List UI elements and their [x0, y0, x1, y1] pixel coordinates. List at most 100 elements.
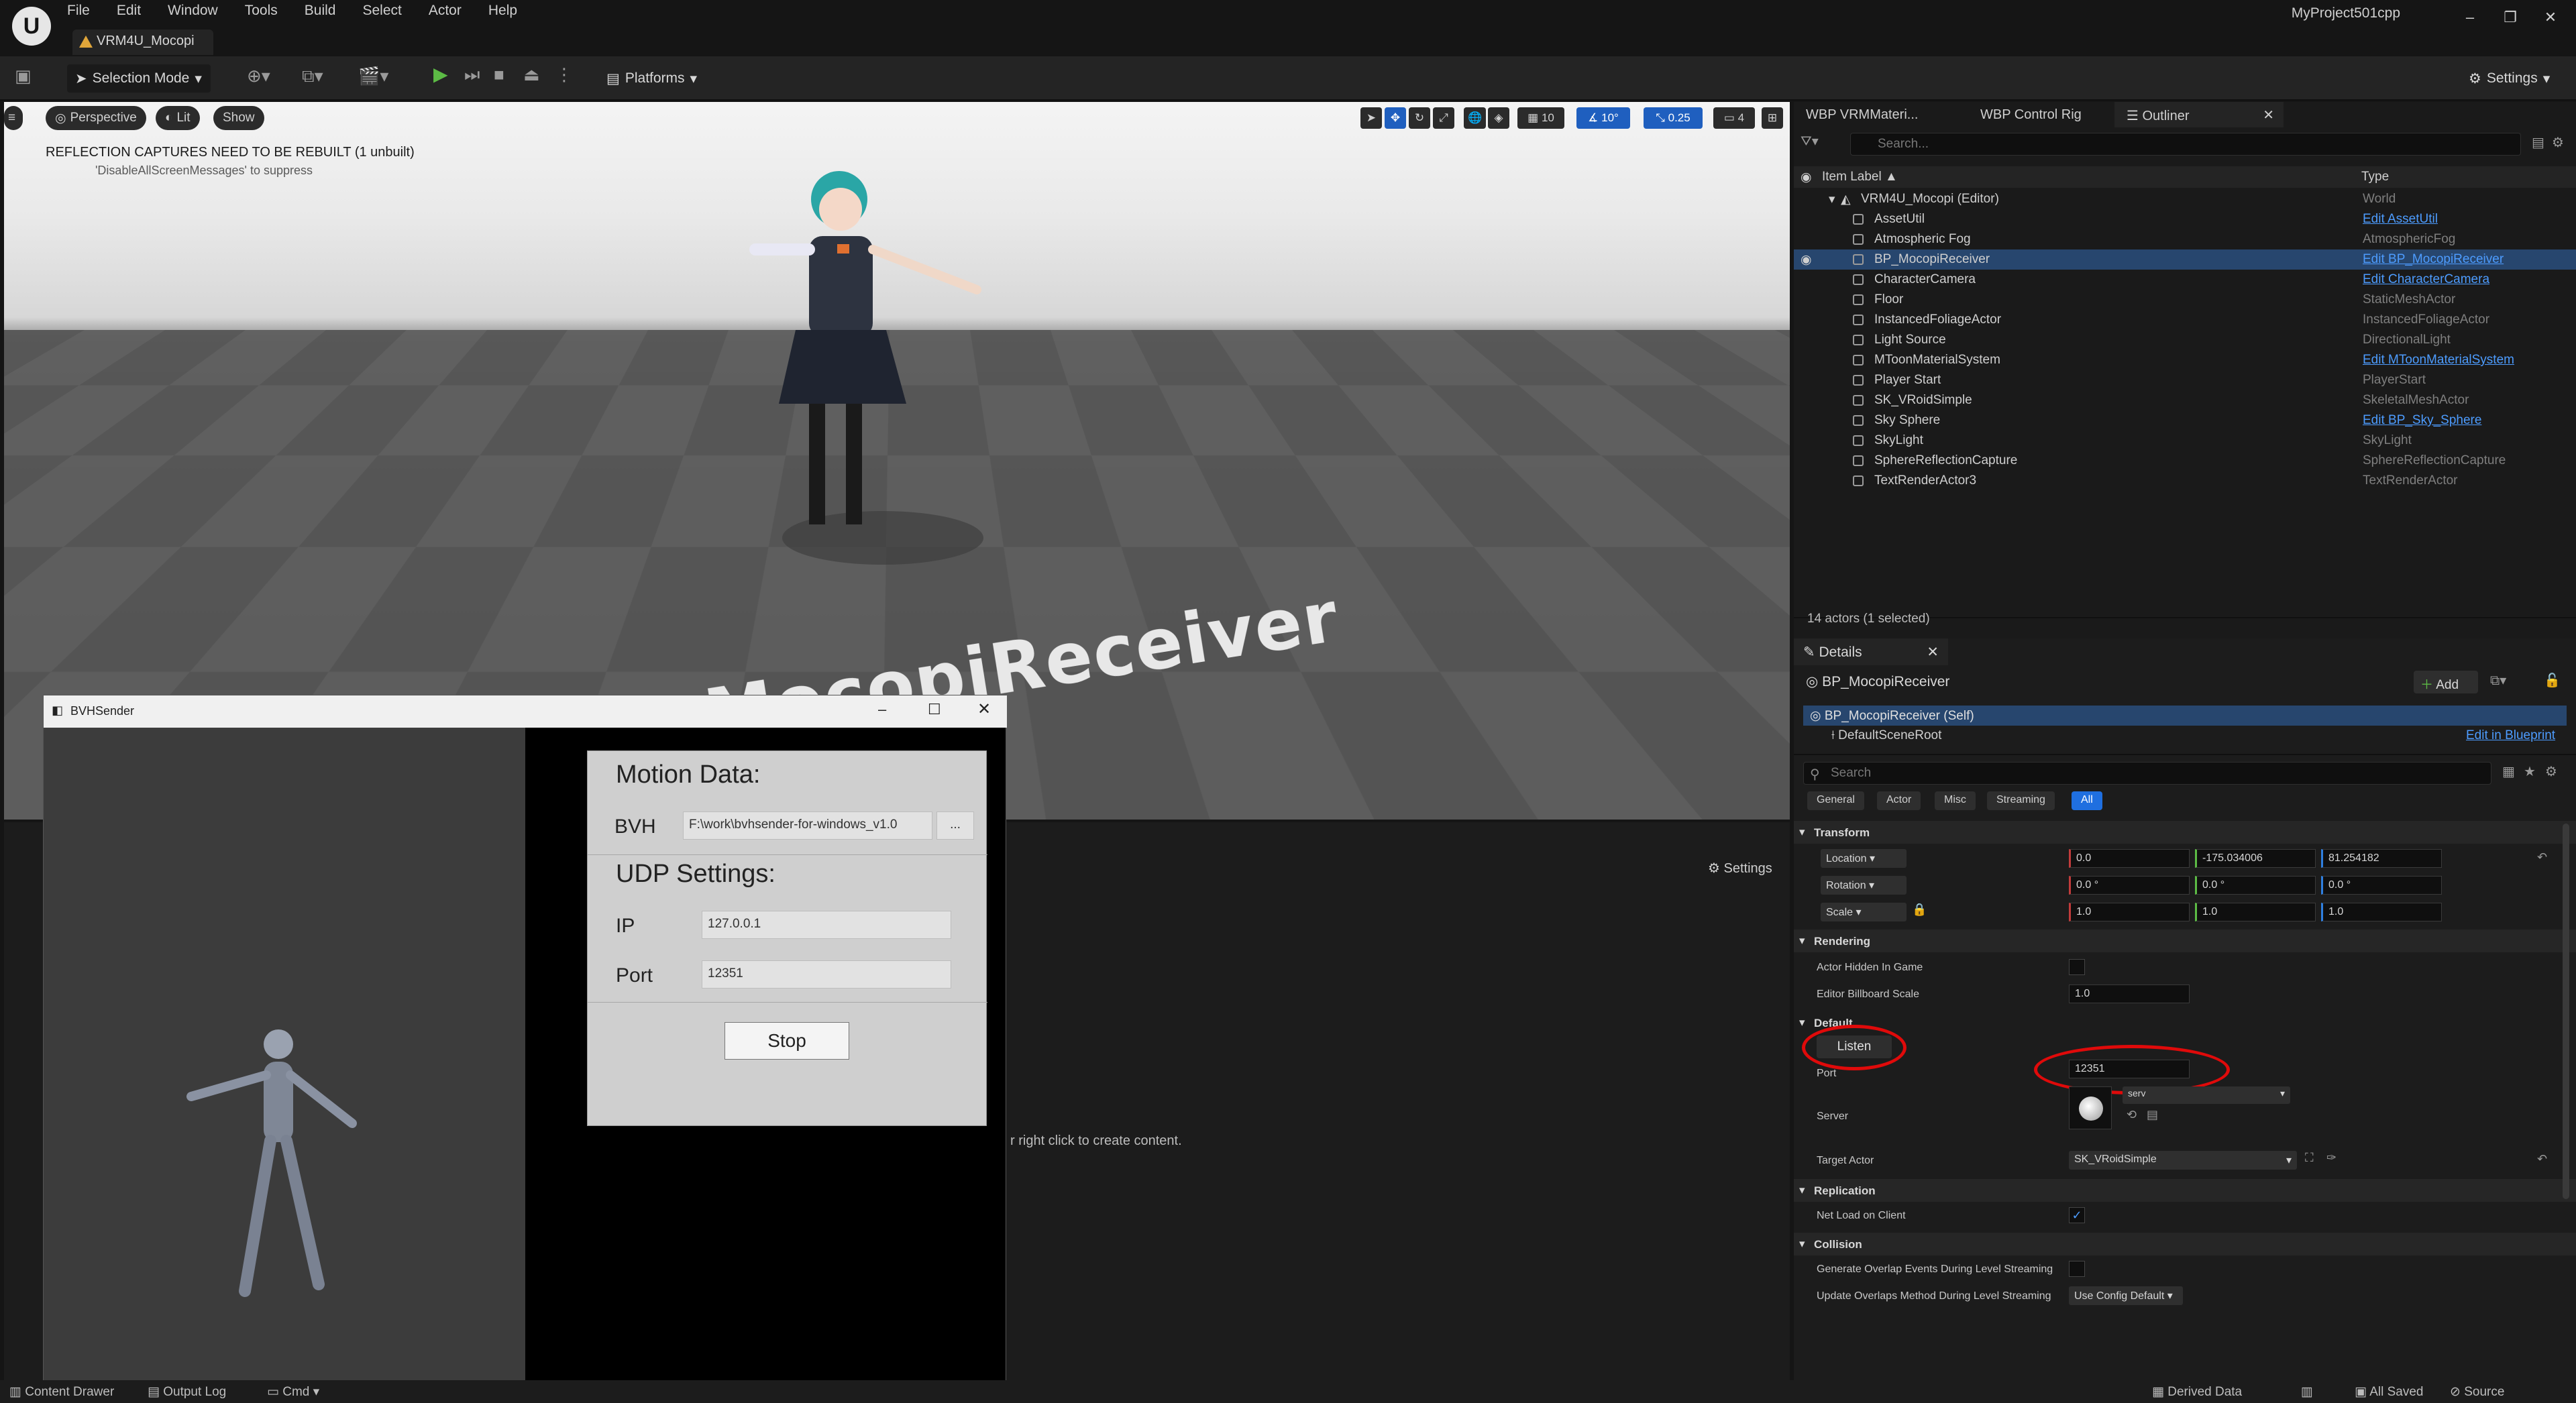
eye-icon[interactable]: ◉ [1801, 170, 1812, 185]
rotation-snap-toggle[interactable]: ∡ 10° [1576, 107, 1630, 129]
outliner-row[interactable]: TextRenderActor3 TextRenderActor [1794, 471, 2576, 491]
scale-tool-icon[interactable]: ⤢ [1433, 107, 1454, 129]
bvh-path-field[interactable]: F:\work\bvhsender-for-windows_v1.0 [683, 811, 932, 840]
blueprint-options-icon[interactable]: ⧉▾ [2490, 672, 2506, 689]
tab-wbp-control-rig[interactable]: WBP Control Rig [1968, 102, 2094, 127]
rotation-x-field[interactable]: 0.0 ° [2069, 876, 2190, 895]
scale-x-field[interactable]: 1.0 [2069, 903, 2190, 921]
eye-icon[interactable]: ◉ [1801, 252, 1812, 268]
outliner-row[interactable]: Atmospheric Fog AtmosphericFog [1794, 229, 2576, 249]
target-actor-dropdown[interactable]: SK_VRoidSimple ▾ [2069, 1151, 2297, 1170]
step-icon[interactable]: ⏭ [464, 64, 480, 86]
level-tab[interactable]: VRM4U_Mocopi [72, 30, 213, 55]
details-scrollbar[interactable] [2563, 824, 2569, 1199]
filter-streaming[interactable]: Streaming [1987, 791, 2055, 810]
outliner-row[interactable]: ◉ BP_MocopiReceiver Edit BP_MocopiReceiver [1794, 249, 2576, 270]
all-saved-button[interactable]: ▣ All Saved [2355, 1384, 2423, 1400]
section-rendering[interactable]: ▾ Rendering [1794, 930, 2576, 952]
scale-snap-toggle[interactable]: ⤡ 0.25 [1644, 107, 1703, 129]
outliner-row-edit-link[interactable]: Edit BP_MocopiReceiver [2363, 252, 2504, 267]
scale-y-field[interactable]: 1.0 [2195, 903, 2316, 921]
derived-data-button[interactable]: ▦ Derived Data [2152, 1384, 2242, 1400]
rotate-tool-icon[interactable]: ↻ [1409, 107, 1430, 129]
menu-window[interactable]: Window [168, 3, 218, 19]
cinematics-icon[interactable]: 🎬▾ [358, 66, 388, 87]
close-tab-icon[interactable]: ✕ [2263, 107, 2274, 123]
viewport-menu-icon[interactable]: ≡ [4, 106, 23, 130]
filter-general[interactable]: General [1807, 791, 1864, 810]
scale-z-field[interactable]: 1.0 [2321, 903, 2442, 921]
column-item-label[interactable]: Item Label ▲ [1822, 170, 1898, 184]
outliner-row[interactable]: SK_VRoidSimple SkeletalMeshActor [1794, 390, 2576, 410]
minimize-icon[interactable]: – [878, 701, 886, 718]
stop-icon[interactable]: ■ [494, 64, 504, 85]
menu-select[interactable]: Select [362, 3, 401, 19]
location-y-field[interactable]: -175.034006 [2195, 849, 2316, 868]
blueprint-icon[interactable]: ⧉▾ [302, 66, 323, 87]
settings-dropdown[interactable]: ⚙ Settings ▾ [2461, 64, 2558, 93]
location-z-field[interactable]: 81.254182 [2321, 849, 2442, 868]
reset-icon[interactable]: ↶ [2537, 1152, 2547, 1166]
listen-button[interactable]: Listen [1817, 1035, 1892, 1058]
outliner-row-edit-link[interactable]: Edit AssetUtil [2363, 212, 2438, 227]
tab-outliner[interactable]: ☰ Outliner ✕ [2114, 102, 2284, 127]
rotation-dropdown[interactable]: Rotation ▾ [1821, 876, 1907, 895]
actor-hidden-checkbox[interactable] [2069, 959, 2085, 975]
outliner-row-edit-link[interactable]: Edit CharacterCamera [2363, 272, 2489, 287]
source-control-button[interactable]: ⊘ Source [2450, 1384, 2504, 1400]
section-collision[interactable]: ▾ Collision [1794, 1233, 2576, 1255]
location-dropdown[interactable]: Location ▾ [1821, 849, 1907, 868]
filter-icon[interactable]: ⛛▾ [1801, 133, 1819, 150]
add-folder-icon[interactable]: ▤ [2532, 134, 2544, 151]
menu-actor[interactable]: Actor [429, 3, 462, 19]
column-type[interactable]: Type [2361, 170, 2389, 184]
location-x-field[interactable]: 0.0 [2069, 849, 2190, 868]
browse-button[interactable]: ... [936, 811, 974, 840]
billboard-scale-field[interactable]: 1.0 [2069, 985, 2190, 1003]
outliner-search-input[interactable]: Search... [1850, 133, 2521, 156]
tab-details[interactable]: ✎ Details ✕ [1794, 638, 1948, 665]
rotation-y-field[interactable]: 0.0 ° [2195, 876, 2316, 895]
filter-misc[interactable]: Misc [1935, 791, 1976, 810]
selection-mode-dropdown[interactable]: ➤ Selection Mode ▾ [67, 64, 211, 93]
minimize-icon[interactable]: – [2450, 4, 2490, 31]
close-icon[interactable]: ✕ [2530, 4, 2571, 31]
menu-file[interactable]: File [67, 3, 90, 19]
outliner-row[interactable]: Light Source DirectionalLight [1794, 330, 2576, 350]
use-selected-icon[interactable]: ⟲ [2127, 1108, 2137, 1122]
camera-speed-button[interactable]: ▭ 4 [1713, 107, 1755, 129]
outliner-row[interactable]: AssetUtil Edit AssetUtil [1794, 209, 2576, 229]
stop-button[interactable]: Stop [724, 1022, 849, 1060]
eject-icon[interactable]: ⏏ [523, 64, 540, 85]
reset-icon[interactable]: ↶ [2537, 850, 2547, 864]
outliner-row[interactable]: SphereReflectionCapture SphereReflectionC… [1794, 451, 2576, 471]
component-self-row[interactable]: ◎ BP_MocopiReceiver (Self) [1803, 706, 2567, 726]
eyedropper-icon[interactable]: ✑ [2326, 1151, 2337, 1165]
server-dropdown[interactable]: serv ▾ [2123, 1086, 2290, 1104]
cmd-button[interactable]: ▭ Cmd ▾ [267, 1384, 319, 1400]
expand-arrow-icon[interactable]: ▾ [1829, 192, 1835, 207]
maximize-icon[interactable]: ❐ [2490, 4, 2530, 31]
show-button[interactable]: Show [213, 106, 264, 130]
menu-edit[interactable]: Edit [117, 3, 141, 19]
close-icon[interactable]: ✕ [977, 699, 991, 719]
gear-icon[interactable]: ⚙ [2545, 763, 2557, 780]
world-space-icon[interactable]: 🌐 [1464, 107, 1486, 129]
outliner-row[interactable]: CharacterCamera Edit CharacterCamera [1794, 270, 2576, 290]
star-icon[interactable]: ★ [2524, 763, 2536, 780]
grid-view-icon[interactable]: ▦ [2502, 763, 2515, 780]
outliner-row[interactable]: Sky Sphere Edit BP_Sky_Sphere [1794, 410, 2576, 431]
unreal-logo-icon[interactable]: U [12, 7, 51, 46]
section-default[interactable]: ▾ Default [1794, 1011, 2576, 1034]
pick-actor-icon[interactable]: ⛶ [2305, 1151, 2314, 1165]
grid-snap-toggle[interactable]: ▦ 10 [1517, 107, 1564, 129]
browse-icon[interactable]: ▤ [2147, 1108, 2158, 1122]
port-field[interactable]: 12351 [702, 960, 951, 989]
close-tab-icon[interactable]: ✕ [1927, 644, 1939, 661]
chart-icon[interactable]: ▥ [2301, 1384, 2313, 1400]
menu-help[interactable]: Help [488, 3, 517, 19]
outliner-row[interactable]: Player Start PlayerStart [1794, 370, 2576, 390]
overlap-events-checkbox[interactable] [2069, 1261, 2085, 1277]
translate-tool-icon[interactable]: ✥ [1385, 107, 1406, 129]
maximize-icon[interactable]: ☐ [928, 701, 941, 718]
